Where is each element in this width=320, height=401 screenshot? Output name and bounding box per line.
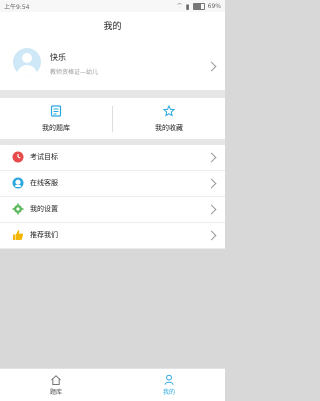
menu-item-label: 我的设置 [30,205,58,213]
clock-icon [12,151,24,163]
page-title: 我的 [103,22,122,32]
question-bank-icon [50,105,62,117]
battery-icon [192,3,205,10]
menu-item-online-service[interactable]: 在线客服 [0,171,225,197]
profile-name: 快乐 [50,53,66,62]
tab-label: 题库 [49,389,62,396]
avatar[interactable] [13,48,41,76]
quick-action-label: 我的题库 [42,124,70,132]
menu-item-label: 考试目标 [30,153,58,161]
status-right: ⌔ ▮ 69% [176,2,221,11]
profile-subtitle: 教师资格证—幼儿 [50,69,99,76]
page-header: 我的 [0,12,225,42]
signal-icon: ▮ [185,2,190,11]
tab-label: 我的 [162,389,175,396]
menu-item-exam-goal[interactable]: 考试目标 [0,145,225,171]
status-bar: 上午9:54 ⌔ ▮ 69% [0,0,225,12]
menu-list: 考试目标 在线客服 我的设置 推荐我们 [0,145,225,249]
home-icon [51,375,61,385]
chevron-right-icon [206,230,217,241]
avatar-body [17,65,37,76]
star-icon [163,105,175,117]
avatar-head [22,53,32,63]
section-separator [0,90,225,98]
chevron-right-icon [206,152,217,163]
quick-actions: 我的题库 我的收藏 [0,98,225,139]
menu-item-my-settings[interactable]: 我的设置 [0,197,225,223]
chevron-right-icon [206,178,217,189]
quick-action-label: 我的收藏 [155,124,183,132]
chevron-right-icon [206,204,217,215]
tab-question-bank[interactable]: 题库 [0,369,112,401]
menu-item-label: 推荐我们 [30,231,58,239]
menu-item-recommend-us[interactable]: 推荐我们 [0,223,225,249]
chevron-right-icon [206,61,217,72]
wifi-icon: ⌔ [176,2,183,10]
my-favorites-button[interactable]: 我的收藏 [113,98,225,139]
profile-icon [164,374,174,385]
tab-profile[interactable]: 我的 [113,369,225,401]
status-time: 上午9:54 [4,4,30,11]
battery-percent: 69% [207,3,221,10]
profile-card[interactable]: 快乐 教师资格证—幼儿 [0,42,225,90]
bottom-tab-bar: 题库 我的 [0,368,225,401]
gear-icon [12,203,24,215]
customer-service-icon [12,177,24,189]
my-question-bank-button[interactable]: 我的题库 [0,98,112,139]
thumbs-up-icon [13,230,24,240]
menu-item-label: 在线客服 [30,179,58,187]
